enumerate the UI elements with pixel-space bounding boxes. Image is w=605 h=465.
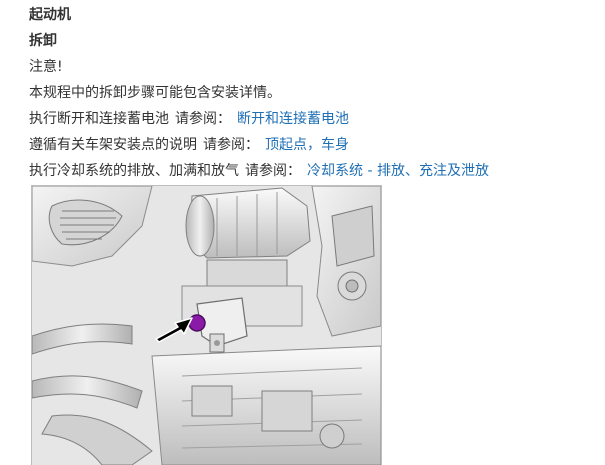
note-label: 注意! bbox=[29, 59, 63, 75]
step-text: 执行断开和连接蓄电池 bbox=[29, 111, 169, 127]
step-text: 遵循有关车架安装点的说明 bbox=[29, 137, 197, 153]
see-label: 请参阅： bbox=[203, 137, 259, 153]
procedure-document: 起动机 拆卸 注意! 本规程中的拆卸步骤可能包含安装详情。 执行断开和连接蓄电池… bbox=[0, 0, 605, 184]
battery-link[interactable]: 断开和连接蓄电池 bbox=[237, 111, 349, 127]
engine-illustration bbox=[32, 186, 381, 465]
component-title: 起动机 bbox=[29, 7, 71, 23]
see-label: 请参阅： bbox=[245, 163, 301, 179]
step-text: 执行冷却系统的排放、加满和放气 bbox=[29, 163, 239, 179]
note-text: 本规程中的拆卸步骤可能包含安装详情。 bbox=[29, 85, 281, 101]
step-battery: 执行断开和连接蓄电池 请参阅： 断开和连接蓄电池 bbox=[29, 106, 605, 132]
starter-motor-figure bbox=[31, 185, 382, 465]
see-label: 请参阅： bbox=[175, 111, 231, 127]
cooling-system-link[interactable]: 冷却系统 - 排放、充注及泄放 bbox=[307, 163, 489, 179]
section-title: 拆卸 bbox=[29, 33, 57, 49]
step-cooling: 执行冷却系统的排放、加满和放气 请参阅： 冷却系统 - 排放、充注及泄放 bbox=[29, 158, 605, 184]
step-lift-points: 遵循有关车架安装点的说明 请参阅： 顶起点，车身 bbox=[29, 132, 605, 158]
lift-points-link[interactable]: 顶起点，车身 bbox=[265, 137, 349, 153]
